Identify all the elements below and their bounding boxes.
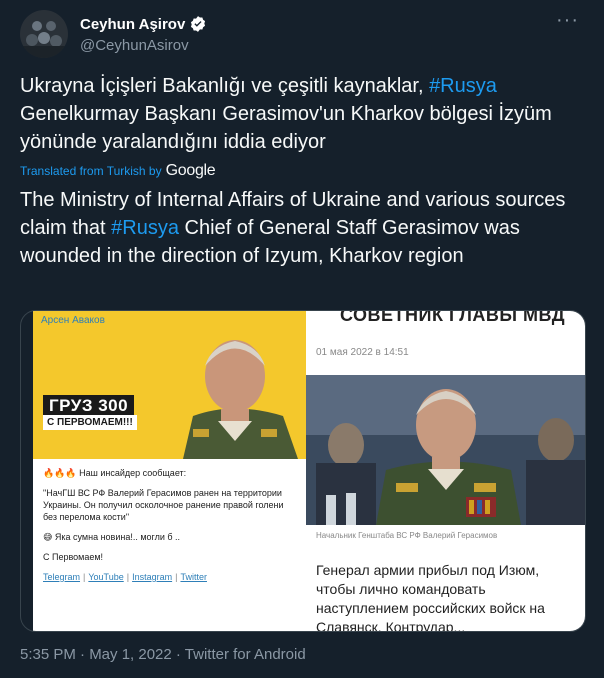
media-image-left[interactable]: Арсен Аваков ГРУЗ 300 С ПЕРВОМАЕМ!!! 🔥🔥🔥…: [33, 311, 306, 631]
left-image-body: 🔥🔥🔥 Наш инсайдер сообщает: "НачГШ ВС РФ …: [33, 459, 306, 631]
right-image-date: 01 мая 2022 в 14:51: [316, 347, 409, 358]
reaction-line: 😅 Яка сумна новина!.. могли б ..: [43, 532, 181, 542]
more-options-icon[interactable]: ···: [556, 10, 580, 34]
general-uniform-photo: [306, 375, 585, 525]
insider-line: 🔥🔥🔥 Наш инсайдер сообщает:: [43, 468, 187, 478]
media-attachments: Арсен Аваков ГРУЗ 300 С ПЕРВОМАЕМ!!! 🔥🔥🔥…: [20, 310, 586, 632]
left-image-banner: Арсен Аваков ГРУЗ 300 С ПЕРВОМАЕМ!!!: [33, 311, 306, 459]
avatar-photo-icon: [20, 10, 68, 58]
closing-line: С Первомаем!: [43, 552, 104, 562]
cargo-300-label: ГРУЗ 300: [43, 395, 135, 417]
translated-label: Translated from Turkish by: [20, 164, 162, 178]
general-portrait-photo: [163, 321, 306, 459]
tweet-text: Ukrayna İçişleri Bakanlığı ve çeşitli ka…: [20, 72, 584, 156]
translation-text: The Ministry of Internal Affairs of Ukra…: [20, 186, 584, 270]
instagram-link[interactable]: Instagram: [132, 572, 172, 582]
may-day-greeting-label: С ПЕРВОМАЕМ!!!: [43, 415, 137, 430]
right-image-body: Генерал армии прибыл под Изюм, чтобы лич…: [316, 562, 545, 632]
left-image-author: Арсен Аваков: [41, 315, 105, 326]
translation-hashtag-link[interactable]: #Rusya: [111, 217, 179, 239]
telegram-link[interactable]: Telegram: [43, 572, 80, 582]
tweet-text-part1: Ukrayna İçişleri Bakanlığı ve çeşitli ka…: [20, 75, 430, 97]
twitter-link[interactable]: Twitter: [180, 572, 207, 582]
photo-caption: Начальник Генштаба ВС РФ Валерий Герасим…: [316, 531, 498, 540]
tweet-text-part2: Genelkurmay Başkanı Gerasimov'un Kharkov…: [20, 103, 552, 153]
google-logo: Google: [165, 162, 216, 179]
media-image-right[interactable]: СОВЕТНИК ГЛАВЫ МВД 01 мая 2022 в 14:51 Н…: [306, 311, 585, 632]
hashtag-link[interactable]: #Rusya: [429, 75, 497, 97]
author-handle[interactable]: @CeyhunAsirov: [80, 37, 207, 54]
tweet-header: Ceyhun Aşirov @CeyhunAsirov ···: [20, 10, 584, 60]
right-image-headline: СОВЕТНИК ГЛАВЫ МВД: [340, 311, 566, 325]
avatar[interactable]: [20, 10, 68, 58]
tweet-timestamp[interactable]: 5:35 PM · May 1, 2022 · Twitter for Andr…: [20, 646, 306, 663]
social-links: Telegram | YouTube | Instagram | Twitter: [43, 572, 207, 582]
verified-badge-icon: [191, 16, 206, 32]
youtube-link[interactable]: YouTube: [88, 572, 123, 582]
insider-quote: "НачГШ ВС РФ Валерий Герасимов ранен на …: [43, 488, 284, 522]
translation-attribution: Translated from Turkish by Google: [20, 162, 216, 180]
author-name[interactable]: Ceyhun Aşirov: [80, 16, 185, 33]
